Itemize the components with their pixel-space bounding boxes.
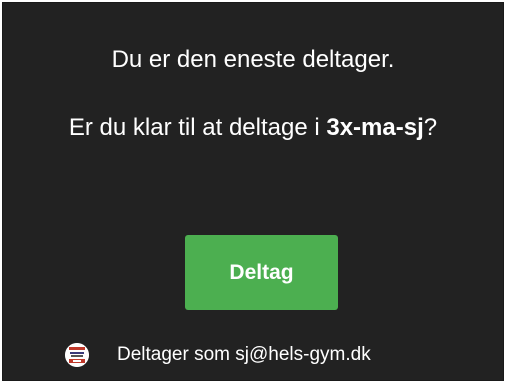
room-name: 3x-ma-sj [326,114,424,141]
participant-label: Deltager som sj@hels-gym.dk [117,344,371,365]
join-dialog: Du er den eneste deltager. Er du klar ti… [2,2,504,381]
participant-info: Deltager som sj@hels-gym.dk [65,342,371,368]
user-avatar-icon [65,343,89,367]
join-question-suffix: ? [423,114,438,141]
join-question-prefix: Er du klar til at deltage i [68,114,327,141]
only-participant-message: Du er den eneste deltager. [111,46,395,73]
join-button[interactable]: Deltag [185,235,338,310]
join-question: Er du klar til at deltage i 3x-ma-sj? [3,113,503,143]
